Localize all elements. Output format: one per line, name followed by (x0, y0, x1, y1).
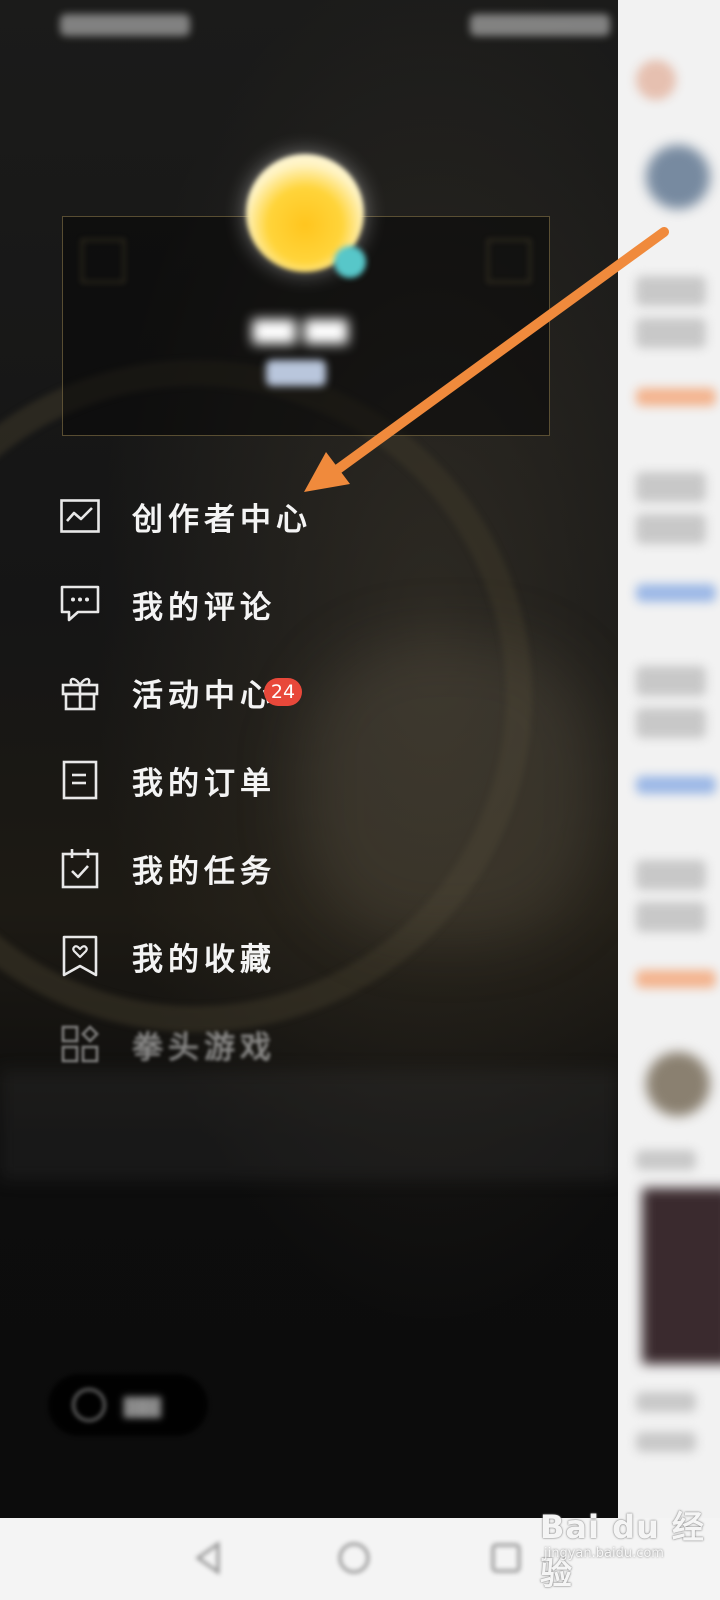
back-icon[interactable] (188, 1538, 228, 1578)
baidu-jingyan-watermark: Bai du 经验 jingyan.baidu.com (540, 1496, 716, 1592)
watermark-url: jingyan.baidu.com (544, 1546, 664, 1561)
screen: ▆▆ ▆▆ 创作者中心 我的评论 活动中心 24 我的订单 我的任务 我的收藏 … (0, 0, 720, 1600)
annotation-arrow (304, 227, 669, 492)
home-icon[interactable] (334, 1538, 374, 1578)
recent-apps-icon[interactable] (486, 1538, 526, 1578)
